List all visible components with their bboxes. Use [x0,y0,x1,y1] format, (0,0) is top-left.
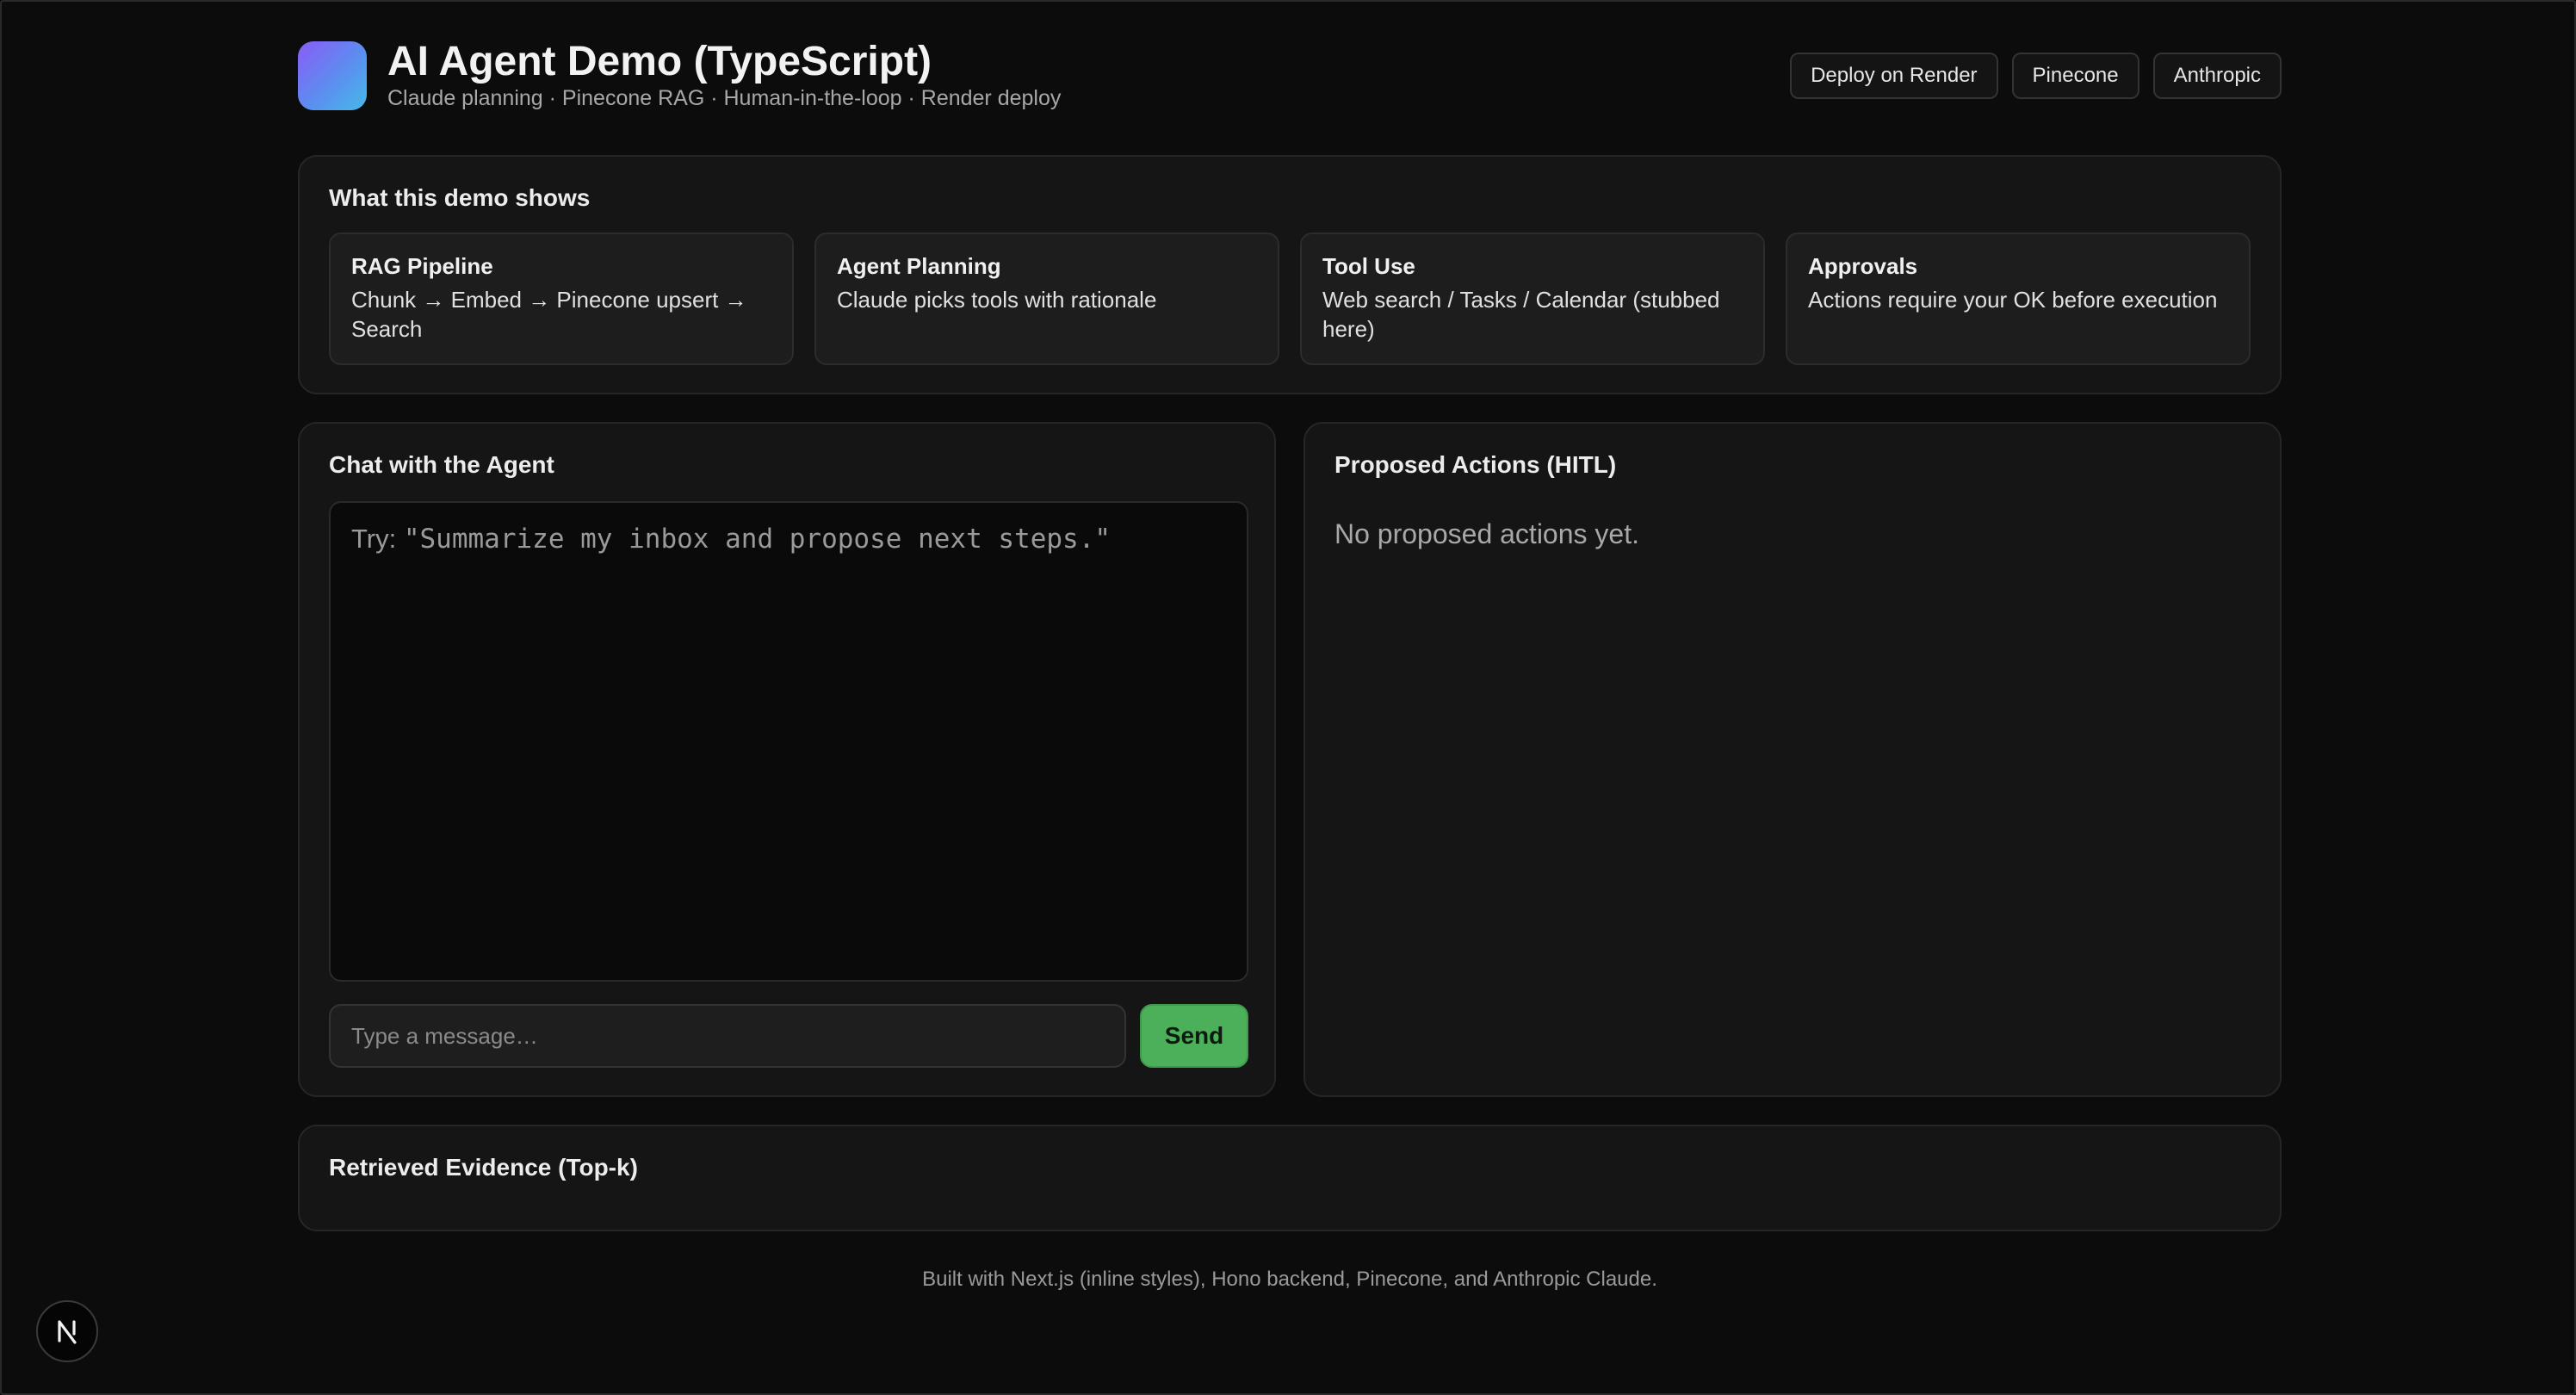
nextjs-dev-badge[interactable] [36,1300,98,1362]
feature-tool-use: Tool Use Web search / Tasks / Calendar (… [1300,232,1765,365]
proposed-actions-card: Proposed Actions (HITL) No proposed acti… [1303,422,2282,1097]
page-container: AI Agent Demo (TypeScript) Claude planni… [298,39,2282,1291]
feature-grid: RAG Pipeline Chunk → Embed → Pinecone up… [329,232,2251,365]
page-subtitle: Claude planning · Pinecone RAG · Human-i… [387,86,1062,110]
message-input[interactable] [329,1004,1126,1068]
features-title: What this demo shows [329,184,591,211]
chat-hint-text: "Summarize my inbox and propose next ste… [403,524,1112,555]
chat-hint-label: Try: [351,524,404,554]
feature-description: Actions require your OK before execution [1808,287,2218,313]
app-logo-icon [298,41,367,110]
page-title: AI Agent Demo (TypeScript) [387,39,932,84]
pinecone-link[interactable]: Pinecone [2011,53,2139,99]
feature-name: Tool Use [1322,253,1415,279]
header: AI Agent Demo (TypeScript) Claude planni… [298,39,2282,112]
feature-agent-planning: Agent Planning Claude picks tools with r… [814,232,1279,365]
retrieved-evidence-title: Retrieved Evidence (Top-k) [329,1154,638,1181]
proposed-actions-empty: No proposed actions yet. [1334,518,1639,549]
feature-description: Claude picks tools with rationale [837,287,1157,313]
header-links: Deploy on Render Pinecone Anthropic [1790,53,2282,99]
feature-name: Approvals [1808,253,1918,279]
footer-text: Built with Next.js (inline styles), Hono… [922,1268,1657,1291]
send-button[interactable]: Send [1140,1004,1248,1068]
feature-name: Agent Planning [837,253,1001,279]
proposed-actions-title: Proposed Actions (HITL) [1334,451,1617,478]
retrieved-evidence-card: Retrieved Evidence (Top-k) [298,1125,2282,1231]
feature-rag-pipeline: RAG Pipeline Chunk → Embed → Pinecone up… [329,232,794,365]
feature-description: Web search / Tasks / Calendar (stubbed h… [1322,287,1720,342]
anthropic-link[interactable]: Anthropic [2152,53,2282,99]
feature-approvals: Approvals Actions require your OK before… [1786,232,2251,365]
chat-title: Chat with the Agent [329,451,554,478]
feature-name: RAG Pipeline [351,253,493,279]
app-window: AI Agent Demo (TypeScript) Claude planni… [0,0,2576,1395]
chat-card: Chat with the Agent Try: "Summarize my i… [298,422,1276,1097]
deploy-on-render-link[interactable]: Deploy on Render [1790,53,1998,99]
feature-description: Chunk → Embed → Pinecone upsert → Search [351,287,747,342]
chat-log[interactable]: Try: "Summarize my inbox and propose nex… [329,501,1248,982]
features-card: What this demo shows RAG Pipeline Chunk … [298,155,2282,394]
nextjs-n-icon [58,1320,77,1344]
